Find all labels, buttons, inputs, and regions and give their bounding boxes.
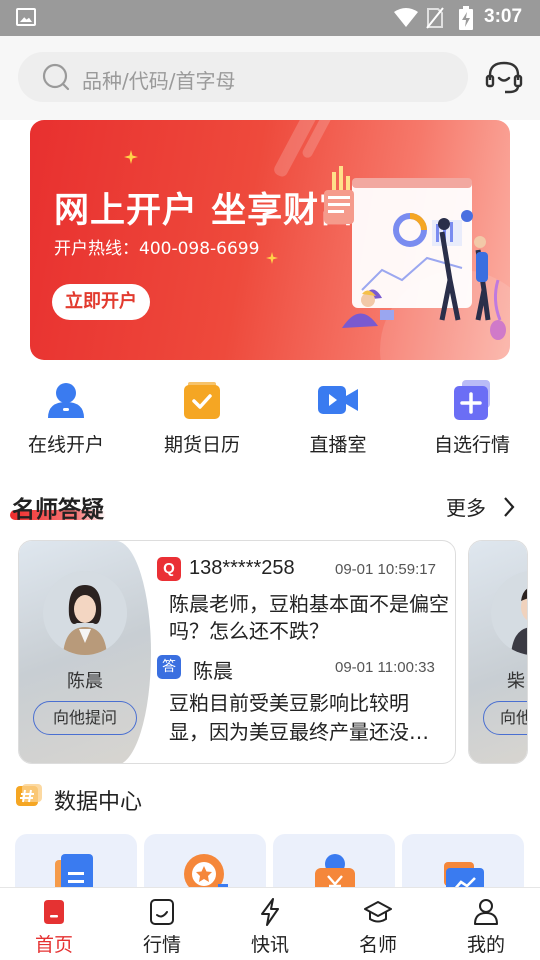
search-input[interactable]: 品种/代码/首字母	[18, 52, 468, 102]
more-link[interactable]: 更多	[446, 492, 486, 521]
tab-news[interactable]: 快讯	[216, 888, 324, 960]
answer-time: 09-01 11:00:33	[335, 659, 435, 676]
teacher-panel: 陈晨 向他提问	[19, 541, 151, 763]
question-time: 09-01 10:59:17	[335, 561, 436, 578]
graduation-cap-icon	[364, 901, 392, 923]
answer-user: 陈晨	[193, 659, 233, 683]
tab-teachers[interactable]: 名师	[324, 888, 432, 960]
header: 品种/代码/首字母	[0, 36, 540, 120]
sparkle-icon	[124, 150, 138, 164]
lightning-icon	[261, 898, 279, 926]
data-center-title: 数据中心	[54, 790, 143, 815]
plus-square-icon	[454, 380, 490, 420]
battery-charging-icon	[459, 6, 473, 30]
no-sim-icon	[426, 7, 444, 29]
quick-entries: 在线开户 期货日历 直播室 自选行情	[0, 372, 540, 472]
quick-entry-label: 在线开户	[27, 434, 104, 456]
question-badge: Q	[157, 557, 181, 581]
person-icon	[474, 899, 498, 925]
quick-entry-label: 直播室	[309, 434, 367, 456]
gallery-notification-icon	[16, 8, 36, 26]
qa-card-next[interactable]: 柴 向他	[468, 540, 528, 764]
quick-entry-label: 期货日历	[163, 434, 240, 456]
open-account-button[interactable]: 立即开户	[52, 284, 150, 320]
section-title: 名师答疑	[12, 497, 104, 523]
answer-badge: 答	[157, 655, 181, 679]
status-bar: 3:07	[0, 0, 540, 36]
tab-home[interactable]: 首页	[0, 888, 108, 960]
search-icon	[42, 63, 70, 91]
tab-label: 行情	[142, 934, 181, 956]
promo-banner[interactable]: 网上开户 坐享财富 开户热线：400-098-6699 立即开户	[30, 120, 510, 360]
question-user: 138*****258	[189, 557, 295, 579]
teacher-avatar	[491, 571, 527, 655]
answer-text-line: 显，因为美豆最终产量还没…	[169, 720, 429, 744]
teacher-name: 柴	[507, 671, 525, 692]
teacher-name: 陈晨	[67, 671, 103, 692]
qa-card[interactable]: 陈晨 向他提问 Q 138*****258 09-01 10:59:17 陈晨老…	[18, 540, 456, 764]
tab-profile[interactable]: 我的	[432, 888, 540, 960]
clock: 3:07	[484, 6, 523, 27]
customer-service-icon[interactable]	[485, 60, 523, 96]
chart-icon	[150, 899, 174, 925]
sparkle-icon	[266, 252, 278, 264]
tab-label: 我的	[466, 934, 505, 956]
tab-label: 快讯	[250, 934, 289, 956]
answer-text-line: 豆粕目前受美豆影响比较明	[169, 691, 409, 715]
home-icon	[44, 900, 64, 924]
tab-market[interactable]: 行情	[108, 888, 216, 960]
bottom-nav: 首页 行情 快讯 名师 我的	[0, 887, 540, 960]
video-camera-icon	[318, 386, 358, 414]
calendar-check-icon	[184, 382, 220, 419]
wifi-icon	[394, 8, 418, 27]
quick-entry-label: 自选行情	[433, 434, 510, 456]
business-illustration	[324, 166, 506, 340]
ask-question-button[interactable]: 向他提问	[33, 701, 137, 735]
banner-hotline: 开户热线：400-098-6699	[54, 239, 260, 259]
tab-label: 名师	[358, 934, 397, 956]
question-text: 陈晨老师，豆粕基本面不是偏空吗？怎么还不跌？	[169, 592, 449, 643]
ask-question-button[interactable]: 向他	[483, 701, 527, 735]
user-icon	[48, 383, 84, 418]
tab-label: 首页	[34, 934, 73, 956]
search-placeholder: 品种/代码/首字母	[82, 69, 236, 93]
teacher-avatar	[43, 571, 127, 655]
hash-tag-icon	[16, 784, 42, 806]
answer-text: 豆粕目前受美豆影响比较明 显，因为美豆最终产量还没…	[169, 689, 449, 747]
teacher-panel: 柴 向他	[469, 541, 527, 763]
chevron-right-icon[interactable]	[502, 496, 516, 518]
